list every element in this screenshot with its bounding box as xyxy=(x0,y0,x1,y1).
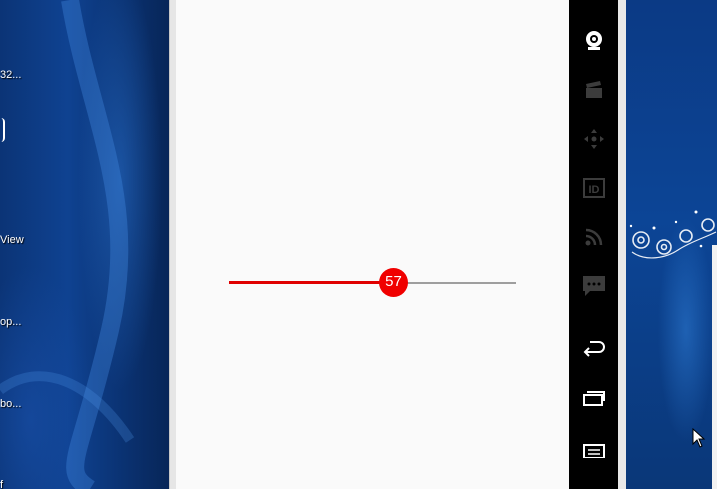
window-edge xyxy=(712,245,717,489)
desktop-wallpaper-left: 32... View op... bo... f xyxy=(0,0,169,489)
mouse-cursor-icon xyxy=(692,428,706,448)
seekbar[interactable]: 57 xyxy=(229,268,516,298)
seekbar-progress xyxy=(229,281,393,284)
sms-icon xyxy=(582,276,605,296)
wallpaper-swirl xyxy=(0,0,135,489)
id-button[interactable]: ID xyxy=(569,168,618,208)
recent-apps-button[interactable] xyxy=(569,377,618,417)
emulator-toolbar: ID xyxy=(569,0,618,489)
webcam-icon xyxy=(585,31,602,50)
desktop-icon-label[interactable]: bo... xyxy=(0,398,21,410)
clapperboard-icon xyxy=(585,81,602,98)
desktop-icon-label[interactable]: 32... xyxy=(0,69,21,81)
desktop-icon-label[interactable]: op... xyxy=(0,316,21,328)
wallpaper-ornament xyxy=(629,210,717,259)
desktop-icon-label[interactable]: f xyxy=(0,479,3,489)
seekbar-thumb[interactable]: 57 xyxy=(379,268,408,297)
rss-button[interactable] xyxy=(569,217,618,257)
dpad-button[interactable] xyxy=(569,119,618,159)
menu-button[interactable] xyxy=(569,429,618,469)
sms-button[interactable] xyxy=(569,266,618,306)
rss-icon xyxy=(585,228,602,246)
id-icon: ID xyxy=(582,178,605,198)
webcam-button[interactable] xyxy=(569,20,618,60)
wallpaper-panel xyxy=(626,0,717,489)
desktop-icon-glyph[interactable] xyxy=(0,118,5,142)
seekbar-value-label: 57 xyxy=(385,273,402,290)
svg-text:ID: ID xyxy=(588,184,599,196)
emulator-screen: 57 xyxy=(176,0,569,489)
menu-icon xyxy=(582,444,605,458)
desktop-icon-label[interactable]: View xyxy=(0,234,24,246)
back-icon xyxy=(583,341,605,357)
media-button[interactable] xyxy=(569,70,618,110)
recent-apps-icon xyxy=(582,391,605,406)
desktop-wallpaper-right xyxy=(618,0,717,489)
dpad-icon xyxy=(583,129,604,149)
back-button[interactable] xyxy=(569,328,618,368)
